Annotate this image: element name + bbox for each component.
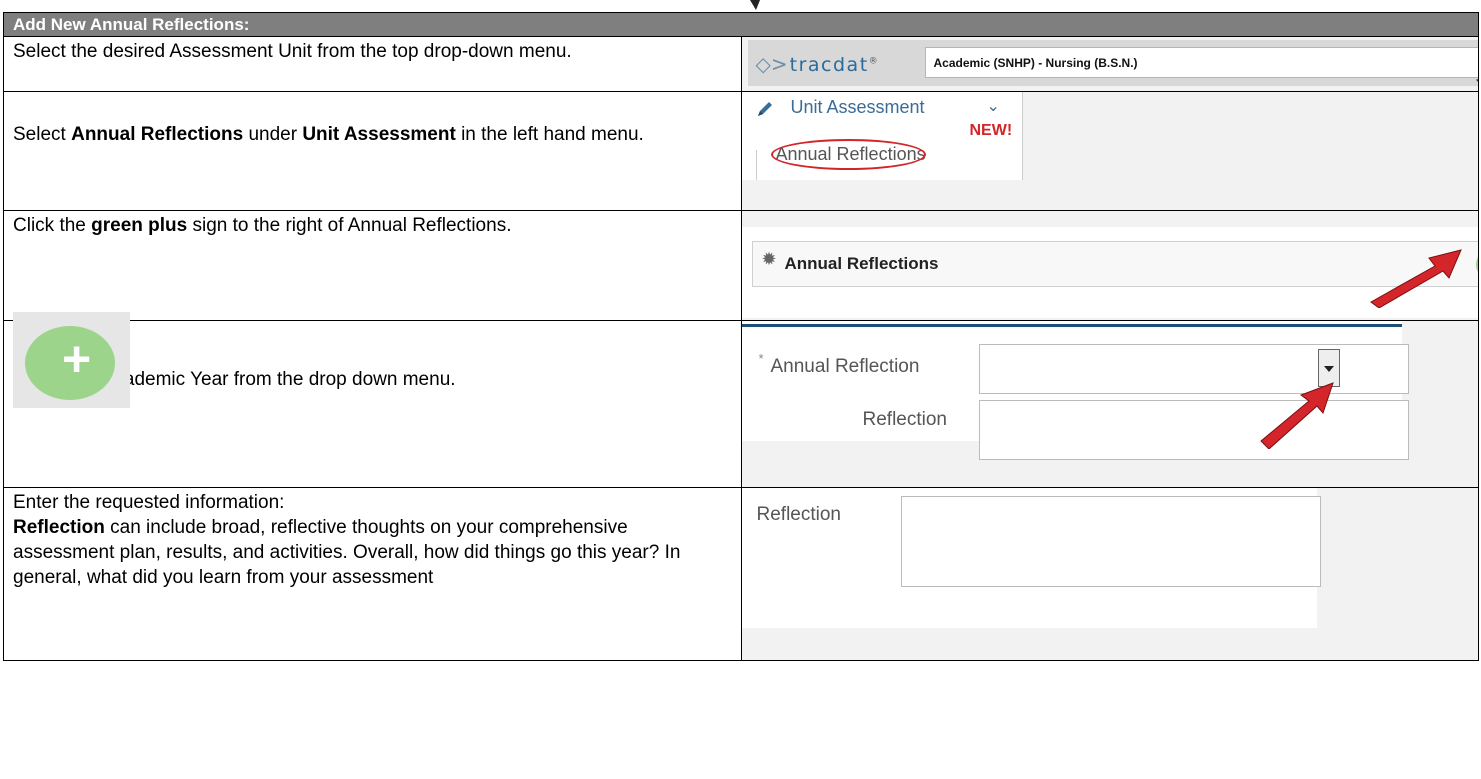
- screenshot-cell: * Annual Reflection Reflection: [740, 320, 1479, 488]
- left-menu-snippet: Unit Assessment ⌄ NEW! Annual Reflection…: [741, 92, 1023, 180]
- menu-guide-line: [755, 150, 757, 180]
- gear-icon: ✹: [761, 249, 777, 269]
- assessment-unit-value: Academic (SNHP) - Nursing (B.S.N.): [933, 56, 1138, 70]
- academic-year-dropdown[interactable]: [978, 344, 1409, 394]
- divider: [741, 324, 1402, 327]
- instruction-text: Enter the requested information:: [13, 492, 285, 513]
- panel-title: Annual Reflections: [784, 254, 939, 273]
- annual-reflection-label: Annual Reflection: [770, 356, 920, 377]
- tracdat-logo-text: tracdat: [789, 54, 869, 76]
- instruction-cell: Select Annual Reflections under Unit Ass…: [3, 91, 742, 211]
- arrow-fragment-icon: [750, 0, 760, 10]
- table-header: Add New Annual Reflections:: [3, 12, 1479, 37]
- instruction-text: in the left hand menu.: [455, 124, 644, 145]
- green-plus-icon: +: [25, 326, 115, 400]
- instruction-text: Select: [13, 124, 72, 145]
- instruction-cell: Enter the requested information: Reflect…: [3, 487, 742, 661]
- table-row: Click the green plus sign to the right o…: [3, 210, 1479, 321]
- instruction-text: Select the desired Assessment Unit from …: [13, 41, 572, 62]
- instruction-text: under: [243, 124, 303, 145]
- instruction-bold-text: Unit Assessment: [302, 124, 456, 145]
- instruction-text: sign to the right of Annual Reflections.: [187, 215, 512, 236]
- reflection-label: Reflection: [756, 504, 842, 525]
- red-pointer-arrow-icon: [1369, 249, 1462, 308]
- add-annual-reflection-button[interactable]: +: [1475, 252, 1478, 277]
- instruction-cell: Click the green plus sign to the right o…: [3, 210, 742, 321]
- chevron-down-icon[interactable]: ⌄: [987, 96, 1000, 116]
- pencil-icon: [757, 102, 772, 116]
- screenshot-cell: Reflection: [740, 487, 1479, 661]
- reflection-input[interactable]: [978, 400, 1409, 460]
- required-marker: *: [758, 351, 764, 366]
- table-row: Select the desired Assessment Unit from …: [3, 36, 1479, 92]
- reflection-label: Reflection: [862, 409, 948, 430]
- red-pointer-arrow-icon: [1475, 79, 1478, 82]
- tracdat-header-bar: ◇> tracdat® Academic (SNHP) - Nursing (B.…: [747, 40, 1478, 86]
- table-row: Enter the requested information: Reflect…: [3, 487, 1479, 661]
- green-plus-image: +: [13, 312, 130, 408]
- assessment-unit-dropdown[interactable]: Academic (SNHP) - Nursing (B.S.N.): [924, 47, 1478, 78]
- caret-down-icon: [1323, 366, 1334, 372]
- highlight-oval: [770, 139, 926, 170]
- instruction-text: can include broad, reflective thoughts o…: [13, 517, 681, 588]
- tracdat-logo: ◇> tracdat®: [755, 52, 880, 76]
- table-row: Select the Academic Year from the drop d…: [3, 320, 1479, 488]
- menu-section-unit-assessment[interactable]: Unit Assessment: [791, 97, 925, 118]
- instruction-text: Click the: [13, 215, 92, 236]
- instruction-bold-text: Annual Reflections: [71, 124, 244, 145]
- screenshot-cell: ◇> tracdat® Academic (SNHP) - Nursing (B.…: [740, 36, 1479, 92]
- new-badge: NEW!: [969, 122, 1013, 139]
- reflection-form: Reflection: [741, 488, 1321, 628]
- instruction-table: Add New Annual Reflections: Select the d…: [3, 12, 1479, 661]
- table-row: Select Annual Reflections under Unit Ass…: [3, 91, 1479, 211]
- red-pointer-arrow-icon: [1259, 382, 1334, 449]
- instruction-cell: Select the desired Assessment Unit from …: [3, 36, 742, 92]
- divider: [1021, 92, 1023, 180]
- screenshot-cell: Unit Assessment ⌄ NEW! Annual Reflection…: [740, 91, 1479, 211]
- instruction-bold-text: Reflection: [13, 517, 105, 538]
- instruction-bold-text: green plus: [91, 215, 188, 236]
- reflection-textarea[interactable]: [900, 496, 1321, 587]
- screenshot-cell: ✹ Annual Reflections +: [740, 210, 1479, 321]
